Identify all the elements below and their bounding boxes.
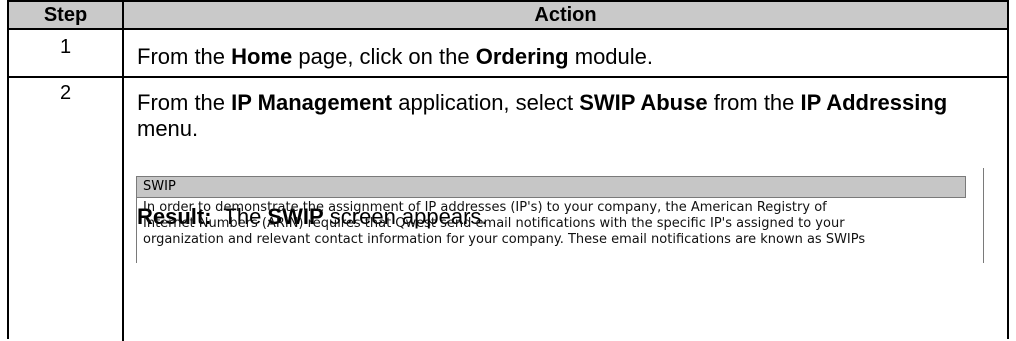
header-action: Action: [534, 3, 597, 26]
swip-body-line: organization and relevant contact inform…: [143, 232, 866, 247]
ui-term-ip-management: IP Management: [231, 90, 393, 115]
step-number: 2: [59, 82, 72, 104]
header-step: Step: [43, 3, 88, 26]
text: application, select: [392, 90, 580, 115]
text: menu.: [137, 116, 199, 141]
ui-term-ip-addressing: IP Addressing: [800, 90, 948, 115]
ui-term-ordering: Ordering: [475, 44, 569, 69]
swip-body-line: In order to demonstrate the assignment o…: [143, 200, 827, 215]
ui-term-home: Home: [231, 44, 293, 69]
swip-body: In order to demonstrate the assignment o…: [136, 198, 966, 263]
table-row: 1 From the Home page, click on the Order…: [9, 30, 1007, 78]
text: From the: [137, 44, 232, 69]
swip-title: SWIP: [143, 179, 176, 194]
table-header-row: Step Action: [9, 2, 1007, 30]
swip-body-line: Internet Numbers (ARIN) requires that Qw…: [143, 216, 845, 231]
step-number: 1: [59, 36, 72, 58]
text: From the: [137, 90, 232, 115]
swip-screenshot: SWIP In order to demonstrate the assignm…: [136, 176, 966, 263]
screenshot-scrollbar-edge: [983, 168, 984, 263]
text: page, click on the: [292, 44, 476, 69]
step-action-text: From the IP Management application, sele…: [137, 90, 997, 142]
procedure-table: Step Action 1 From the Home page, click …: [7, 0, 1009, 341]
text: module.: [568, 44, 654, 69]
swip-title-bar: SWIP: [136, 176, 966, 198]
ui-term-swip-abuse: SWIP Abuse: [579, 90, 708, 115]
step-action-text: From the Home page, click on the Orderin…: [137, 44, 653, 70]
text: from the: [707, 90, 801, 115]
